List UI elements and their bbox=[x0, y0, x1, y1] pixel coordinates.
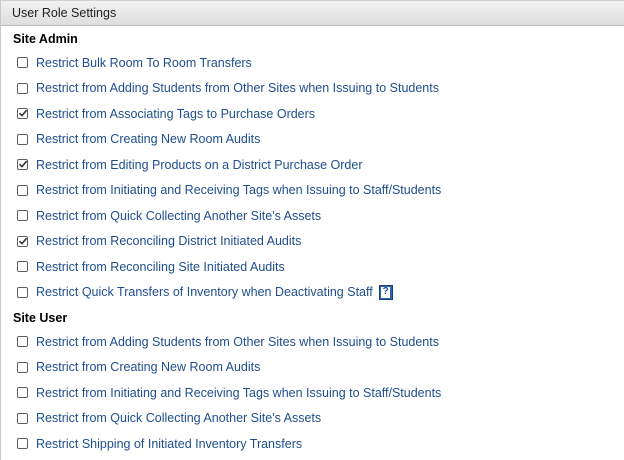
option-label[interactable]: Restrict from Quick Collecting Another S… bbox=[36, 411, 321, 425]
option-row: Restrict from Quick Collecting Another S… bbox=[1, 203, 624, 229]
user-restrict-adding-students-other-sites-checkbox[interactable] bbox=[17, 336, 28, 348]
section-title-site-admin: Site Admin bbox=[13, 32, 78, 46]
option-label[interactable]: Restrict from Initiating and Receiving T… bbox=[36, 386, 441, 400]
option-label[interactable]: Restrict from Adding Students from Other… bbox=[36, 81, 439, 95]
option-row: Restrict from Initiating and Receiving T… bbox=[1, 380, 624, 406]
option-label[interactable]: Restrict Bulk Room To Room Transfers bbox=[36, 56, 252, 70]
restrict-reconciling-district-audits-checkbox[interactable] bbox=[17, 235, 28, 247]
help-icon-glyph: ? bbox=[381, 286, 391, 298]
option-row: Restrict from Adding Students from Other… bbox=[1, 76, 624, 102]
option-row: Restrict from Quick Collecting Another S… bbox=[1, 406, 624, 432]
option-row: Restrict from Editing Products on a Dist… bbox=[1, 152, 624, 178]
option-label[interactable]: Restrict from Adding Students from Other… bbox=[36, 335, 439, 349]
panel-title: User Role Settings bbox=[12, 6, 117, 20]
restrict-editing-products-checkbox[interactable] bbox=[17, 159, 28, 171]
option-row: Restrict from Adding Students from Other… bbox=[1, 329, 624, 355]
user-restrict-quick-collecting-checkbox[interactable] bbox=[17, 412, 28, 424]
option-label[interactable]: Restrict from Initiating and Receiving T… bbox=[36, 183, 441, 197]
user-restrict-shipping-transfers-checkbox[interactable] bbox=[17, 438, 28, 450]
option-row: Restrict Shipping of Initiated Inventory… bbox=[1, 431, 624, 457]
option-row: Restrict from Creating New Room Audits bbox=[1, 127, 624, 153]
option-row: Restrict from Initiating and Receiving T… bbox=[1, 178, 624, 204]
panel-header: User Role Settings bbox=[1, 0, 624, 26]
restrict-adding-students-other-sites-checkbox[interactable] bbox=[17, 82, 28, 94]
restrict-creating-room-audits-checkbox[interactable] bbox=[17, 133, 28, 145]
option-label[interactable]: Restrict Quick Transfers of Inventory wh… bbox=[36, 285, 373, 299]
help-icon[interactable]: ? bbox=[378, 284, 393, 300]
option-row: Restrict Bulk Room To Room Transfers bbox=[1, 50, 624, 76]
section-site-admin: Site Admin Restrict Bulk Room To Room Tr… bbox=[1, 26, 624, 305]
option-row: Restrict from Reconciling Site Initiated… bbox=[1, 254, 624, 280]
option-label[interactable]: Restrict from Creating New Room Audits bbox=[36, 132, 260, 146]
option-label[interactable]: Restrict from Quick Collecting Another S… bbox=[36, 209, 321, 223]
option-row: Restrict from Reconciling District Initi… bbox=[1, 229, 624, 255]
option-label[interactable]: Restrict Shipping of Initiated Inventory… bbox=[36, 437, 302, 451]
section-site-user: Site User Restrict from Adding Students … bbox=[1, 305, 624, 457]
restrict-associating-tags-checkbox[interactable] bbox=[17, 108, 28, 120]
option-label[interactable]: Restrict from Reconciling District Initi… bbox=[36, 234, 301, 248]
option-label[interactable]: Restrict from Creating New Room Audits bbox=[36, 360, 260, 374]
restrict-bulk-room-transfers-checkbox[interactable] bbox=[17, 57, 28, 69]
user-role-settings-panel: User Role Settings Site Admin Restrict B… bbox=[0, 0, 624, 460]
option-label[interactable]: Restrict from Associating Tags to Purcha… bbox=[36, 107, 315, 121]
restrict-initiating-receiving-tags-checkbox[interactable] bbox=[17, 184, 28, 196]
restrict-quick-transfers-deactivating-checkbox[interactable] bbox=[17, 286, 28, 298]
option-label[interactable]: Restrict from Editing Products on a Dist… bbox=[36, 158, 363, 172]
option-row: Restrict from Associating Tags to Purcha… bbox=[1, 101, 624, 127]
user-restrict-initiating-receiving-tags-checkbox[interactable] bbox=[17, 387, 28, 399]
user-restrict-creating-room-audits-checkbox[interactable] bbox=[17, 361, 28, 373]
section-title-site-user: Site User bbox=[13, 311, 68, 325]
restrict-reconciling-site-audits-checkbox[interactable] bbox=[17, 261, 28, 273]
option-label[interactable]: Restrict from Reconciling Site Initiated… bbox=[36, 260, 285, 274]
option-row: Restrict Quick Transfers of Inventory wh… bbox=[1, 280, 624, 306]
restrict-quick-collecting-checkbox[interactable] bbox=[17, 210, 28, 222]
option-row: Restrict from Creating New Room Audits bbox=[1, 355, 624, 381]
